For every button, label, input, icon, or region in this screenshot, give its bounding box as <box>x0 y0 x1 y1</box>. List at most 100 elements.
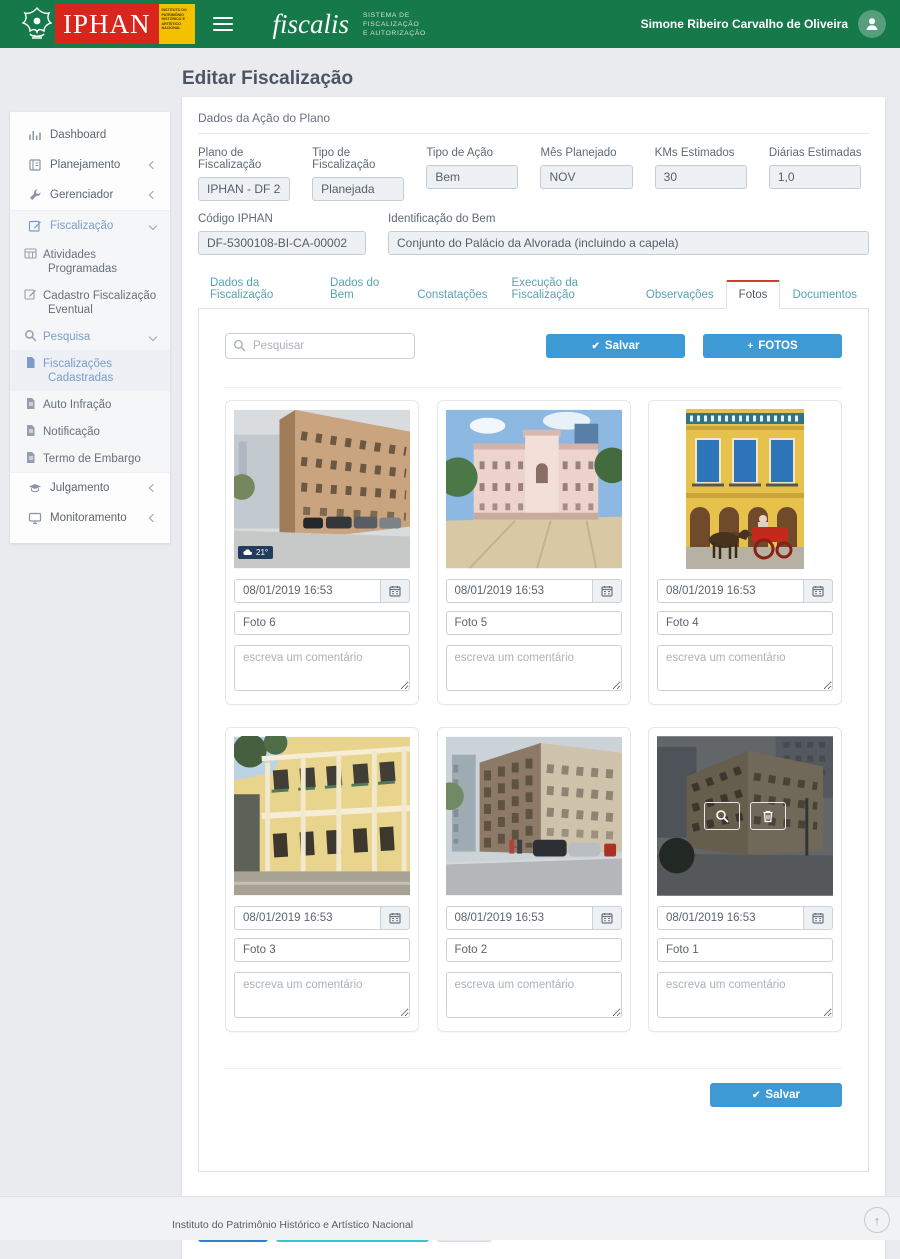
tab-observacoes[interactable]: Observações <box>634 282 726 308</box>
search-input[interactable] <box>225 333 415 359</box>
sidebar-item-dashboard[interactable]: Dashboard <box>10 120 170 150</box>
photo-name-input[interactable] <box>234 938 410 962</box>
field-label: Diárias Estimadas <box>769 147 869 159</box>
photo-image-street-tan-building <box>234 409 410 569</box>
app-name: fiscalis <box>273 9 350 40</box>
photo-comment-textarea[interactable] <box>657 972 833 1018</box>
sidebar-item-atividades-programadas[interactable]: Atividades Programadas <box>10 241 170 282</box>
tab-dados-da-fiscalizacao[interactable]: Dados da Fiscalização <box>198 270 318 308</box>
check-icon: ✔ <box>752 1090 760 1101</box>
calendar-button[interactable] <box>592 579 622 603</box>
menu-toggle-icon[interactable] <box>213 13 233 35</box>
tipo-fiscalizacao-field <box>312 177 404 201</box>
save-photos-bottom-button[interactable]: ✔ Salvar <box>710 1083 842 1107</box>
monitor-icon <box>28 511 42 525</box>
file-icon <box>24 356 37 369</box>
sidebar-item-fiscalizacoes-cadastradas[interactable]: Fiscalizações Cadastradas <box>10 350 170 391</box>
field-label: Plano de Fiscalização <box>198 147 298 171</box>
photo-hover-overlay <box>657 736 833 896</box>
plan-fields: Plano de Fiscalização Tipo de Fiscalizaç… <box>198 147 869 201</box>
photo-comment-textarea[interactable] <box>446 972 622 1018</box>
photo-date-input[interactable] <box>446 906 592 930</box>
calendar-icon <box>601 585 613 597</box>
sidebar-group-fiscalizacao: Fiscalização Atividades Programadas Cada… <box>10 210 170 473</box>
tab-execucao-da-fiscalizacao[interactable]: Execução da Fiscalização <box>500 270 634 308</box>
search-icon <box>233 339 246 352</box>
diarias-estimadas-field <box>769 165 861 189</box>
calendar-button[interactable] <box>803 579 833 603</box>
wrench-icon <box>28 188 42 202</box>
sidebar-item-gerenciador[interactable]: Gerenciador <box>10 180 170 210</box>
sidebar-item-monitoramento[interactable]: Monitoramento <box>10 503 170 533</box>
sidebar-item-fiscalizacao[interactable]: Fiscalização <box>10 211 170 241</box>
tab-fotos[interactable]: Fotos <box>726 280 781 309</box>
calendar-icon <box>812 912 824 924</box>
bem-fields: Código IPHAN Identificação do Bem <box>198 213 869 255</box>
zoom-photo-button[interactable] <box>704 802 740 830</box>
photo-grid: 21° <box>225 400 842 1032</box>
photo-comment-textarea[interactable] <box>234 645 410 691</box>
photo-date-input[interactable] <box>446 579 592 603</box>
sidebar-item-pesquisa[interactable]: Pesquisa <box>10 323 170 350</box>
page-footer: Instituto do Patrimônio Histórico e Artí… <box>0 1196 900 1240</box>
calendar-icon <box>812 585 824 597</box>
photo-date-input[interactable] <box>234 906 380 930</box>
calendar-button[interactable] <box>380 906 410 930</box>
fotos-toolbar: ✔ Salvar + FOTOS <box>225 333 842 359</box>
photo-image-street-old-buildings <box>446 736 622 896</box>
photo-comment-textarea[interactable] <box>657 645 833 691</box>
chevron-down-icon <box>149 222 157 230</box>
sidebar-item-notificacao[interactable]: Notificação <box>10 418 170 445</box>
photo-image-yellow-colonial-building <box>234 736 410 896</box>
photo-comment-textarea[interactable] <box>234 972 410 1018</box>
field-label: Mês Planejado <box>540 147 640 159</box>
sidebar-item-planejamento[interactable]: Planejamento <box>10 150 170 180</box>
add-fotos-button[interactable]: + FOTOS <box>703 334 842 358</box>
scroll-to-top-button[interactable]: ↑ <box>864 1207 890 1233</box>
sidebar-item-auto-infracao[interactable]: Auto Infração <box>10 391 170 418</box>
sidebar-item-termo-de-embargo[interactable]: Termo de Embargo <box>10 445 170 472</box>
photo-comment-textarea[interactable] <box>446 645 622 691</box>
photo-thumbnail[interactable] <box>446 409 622 569</box>
photo-thumbnail[interactable] <box>446 736 622 896</box>
iphan-logo[interactable]: IPHAN Instituto do Patrimônio Histórico … <box>22 4 195 44</box>
calendar-icon <box>389 585 401 597</box>
sidebar-item-cadastro-fiscalizacao-eventual[interactable]: Cadastro Fiscalização Eventual <box>10 282 170 323</box>
field-label: Identificação do Bem <box>388 213 869 225</box>
app-subtitle: SISTEMA DE FISCALIZAÇÃO E AUTORIZAÇÃO <box>363 11 426 38</box>
user-avatar-icon[interactable] <box>858 10 886 38</box>
chevron-left-icon <box>149 161 157 169</box>
tab-constatacoes[interactable]: Constatações <box>405 282 499 308</box>
photo-name-input[interactable] <box>657 611 833 635</box>
photo-thumbnail[interactable]: 21° <box>234 409 410 569</box>
planner-book-icon <box>28 158 42 172</box>
calendar-icon <box>389 912 401 924</box>
sidebar-item-julgamento[interactable]: Julgamento <box>10 473 170 503</box>
calendar-button[interactable] <box>380 579 410 603</box>
trash-icon <box>761 809 775 823</box>
calendar-button[interactable] <box>592 906 622 930</box>
photo-name-input[interactable] <box>657 938 833 962</box>
chevron-left-icon <box>149 191 157 199</box>
delete-photo-button[interactable] <box>750 802 786 830</box>
calendar-button[interactable] <box>803 906 833 930</box>
tab-documentos[interactable]: Documentos <box>780 282 869 308</box>
plus-icon: + <box>747 341 753 352</box>
user-menu[interactable]: Simone Ribeiro Carvalho de Oliveira <box>641 10 886 38</box>
photo-name-input[interactable] <box>446 611 622 635</box>
photo-name-input[interactable] <box>234 611 410 635</box>
photo-thumbnail[interactable] <box>657 736 833 896</box>
tab-dados-do-bem[interactable]: Dados do Bem <box>318 270 405 308</box>
table-icon <box>24 247 37 260</box>
photo-thumbnail[interactable] <box>234 736 410 896</box>
divider <box>225 387 842 388</box>
save-photos-button[interactable]: ✔ Salvar <box>546 334 685 358</box>
photo-date-input[interactable] <box>657 906 803 930</box>
tab-bar: Dados da Fiscalização Dados do Bem Const… <box>198 270 869 309</box>
photo-thumbnail[interactable] <box>657 409 833 569</box>
photo-date-input[interactable] <box>657 579 803 603</box>
photo-name-input[interactable] <box>446 938 622 962</box>
photo-date-input[interactable] <box>234 579 380 603</box>
dashboard-icon <box>28 128 42 142</box>
divider <box>225 1068 842 1069</box>
